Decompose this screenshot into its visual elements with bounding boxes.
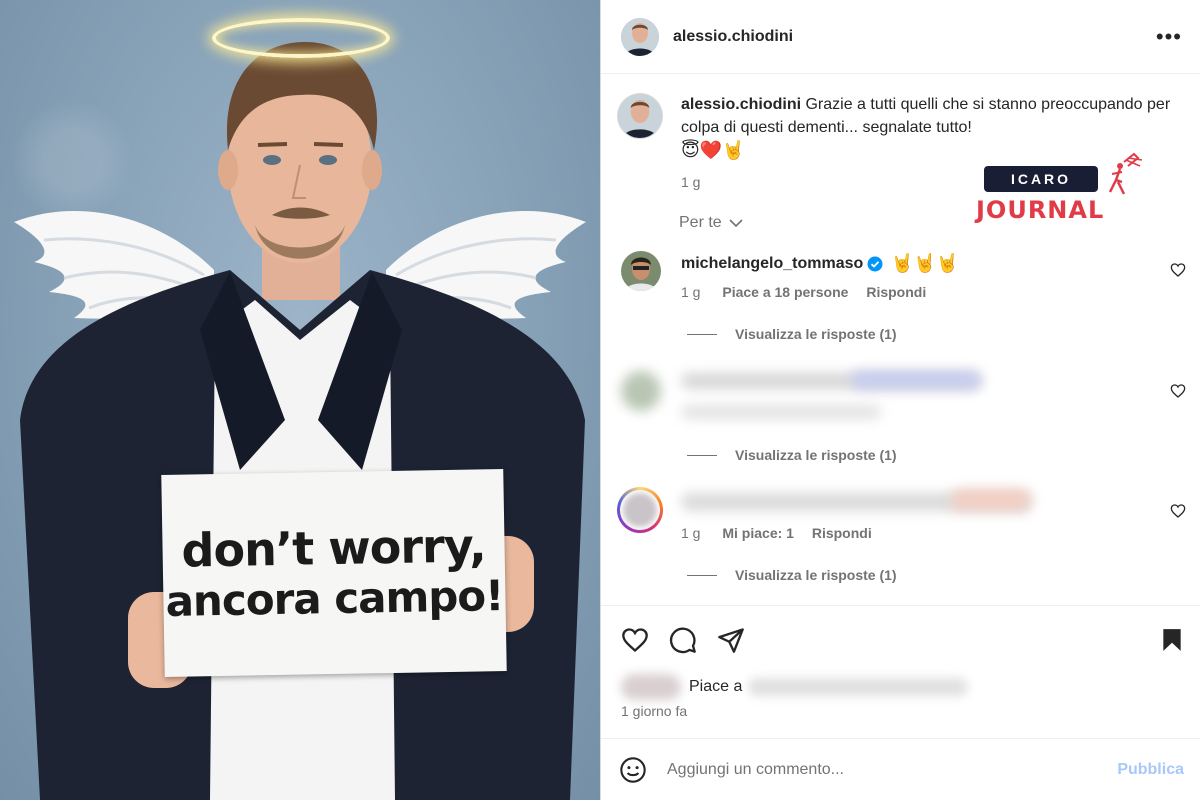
- blurred-comment-meta: [681, 405, 881, 419]
- comment-3-likes[interactable]: Mi piace: 1: [722, 525, 794, 541]
- comment-1-line: michelangelo_tommaso 🤘🤘🤘: [681, 253, 959, 274]
- author-avatar[interactable]: [621, 17, 659, 56]
- caption-avatar[interactable]: [617, 93, 663, 139]
- comment-input[interactable]: [667, 760, 1087, 779]
- comment-1-username[interactable]: michelangelo_tommaso: [681, 255, 863, 273]
- logo-bottom-label: JOURNAL: [976, 196, 1105, 224]
- comment-1-view-replies[interactable]: Visualizza le risposte (1): [687, 326, 897, 342]
- comment-1-age: 1 g: [681, 284, 701, 300]
- like-icon[interactable]: [621, 626, 649, 654]
- publish-button[interactable]: Pubblica: [1117, 761, 1184, 779]
- caption-emojis: 😇❤️🤘: [681, 140, 745, 161]
- blurred-liker-names: [748, 678, 969, 696]
- person-illustration: [20, 42, 585, 800]
- comment-1-meta: 1 g Piace a 18 persone Rispondi: [681, 284, 926, 300]
- comment-1-like-icon[interactable]: [1170, 262, 1186, 278]
- icarus-figure-icon: [1108, 152, 1143, 195]
- author-username[interactable]: alessio.chiodini: [673, 28, 793, 46]
- sign-line-1: don’t worry,: [181, 518, 487, 579]
- add-comment-bar: Pubblica: [601, 738, 1200, 800]
- likes-summary: Piace a: [621, 672, 969, 702]
- post-photo[interactable]: don’t worry, ancora campo!: [0, 0, 600, 800]
- post-date: 1 giorno fa: [621, 703, 688, 719]
- share-icon[interactable]: [717, 626, 745, 654]
- blurred-emojis: [851, 371, 981, 389]
- post-panel: alessio.chiodini ••• alessio.chiodini Gr…: [600, 0, 1200, 800]
- comment-icon[interactable]: [669, 626, 697, 654]
- likes-prefix: Piace a: [689, 678, 743, 695]
- save-bookmark-icon[interactable]: [1159, 626, 1185, 654]
- comment-1-view-replies-label: Visualizza le risposte (1): [735, 326, 897, 342]
- translation-toggle-label: Per te: [679, 214, 722, 231]
- sign-line-2: ancora campo!: [165, 571, 504, 627]
- replies-line: [687, 454, 717, 456]
- comment-1-reply-button[interactable]: Rispondi: [866, 284, 926, 300]
- comment-1-text: 🤘🤘🤘: [891, 253, 959, 274]
- comment-2-view-replies[interactable]: Visualizza le risposte (1): [687, 447, 897, 463]
- comment-3-view-replies-label: Visualizza le risposte (1): [735, 567, 897, 583]
- comment-3-view-replies[interactable]: Visualizza le risposte (1): [687, 567, 897, 583]
- comment-2-like-icon[interactable]: [1170, 383, 1186, 399]
- comment-3-like-icon[interactable]: [1170, 503, 1186, 519]
- comment-3-age: 1 g: [681, 525, 701, 541]
- actions-divider: [601, 605, 1200, 606]
- comment-1-likes[interactable]: Piace a 18 persone: [722, 284, 848, 300]
- halo-icon: [212, 18, 390, 58]
- commenter-avatar[interactable]: [621, 251, 661, 291]
- comment-3-meta: 1 g Mi piace: 1 Rispondi: [681, 525, 872, 541]
- emoji-icon[interactable]: [619, 756, 647, 784]
- post-header: alessio.chiodini •••: [601, 0, 1200, 74]
- more-options-icon[interactable]: •••: [1156, 25, 1182, 48]
- story-ring-avatar[interactable]: [617, 487, 663, 533]
- handheld-sign: don’t worry, ancora campo!: [161, 469, 507, 677]
- replies-line: [687, 574, 717, 576]
- translation-toggle[interactable]: Per te: [679, 214, 744, 232]
- chevron-down-icon: [729, 219, 743, 228]
- blurred-liker-avatars: [621, 674, 681, 700]
- verified-badge-icon: [867, 256, 883, 271]
- blurred-emojis: [951, 489, 1031, 511]
- logo-top-label: ICARO: [984, 166, 1098, 192]
- icaro-journal-logo: ICARO JOURNAL: [976, 152, 1146, 226]
- caption-username[interactable]: alessio.chiodini: [681, 96, 801, 113]
- replies-line: [687, 333, 717, 335]
- comment-3-reply-button[interactable]: Rispondi: [812, 525, 872, 541]
- comment-2-view-replies-label: Visualizza le risposte (1): [735, 447, 897, 463]
- blurred-avatar[interactable]: [621, 371, 661, 411]
